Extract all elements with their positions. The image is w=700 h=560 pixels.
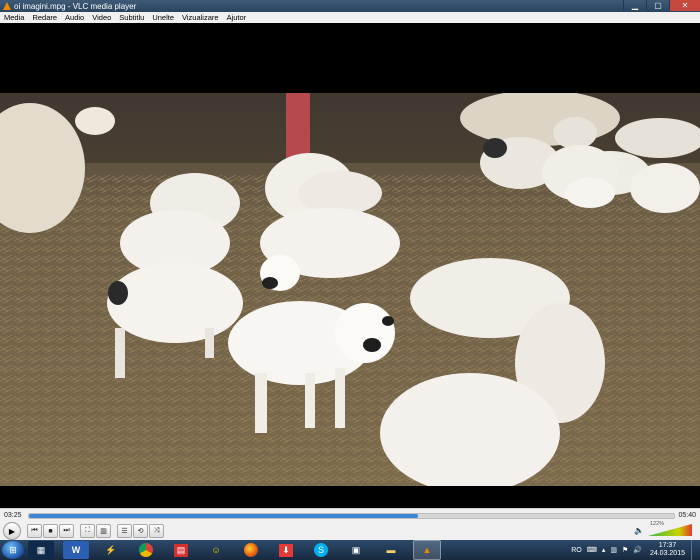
vlc-icon: ▲ (422, 545, 432, 555)
stop-icon: ■ (48, 527, 53, 535)
taskbar-yahoo[interactable]: ☺ (203, 541, 229, 559)
skype-icon: S (314, 543, 328, 557)
firefox-icon (244, 543, 258, 557)
menu-subtitlu[interactable]: Subtitlu (115, 13, 148, 22)
volume-control[interactable]: 🔈 122% (634, 521, 694, 537)
previous-button[interactable]: ⏮ (27, 524, 42, 538)
fullscreen-icon: ⛶ (85, 527, 90, 534)
windows-logo-icon: ⊞ (9, 544, 17, 555)
pdf-icon: ▤ (173, 543, 189, 557)
shuffle-button[interactable]: ⤨ (149, 524, 164, 538)
minimize-button[interactable]: ▁ (623, 0, 646, 11)
next-icon: ⏭ (63, 527, 70, 534)
play-button[interactable]: ▶ (3, 522, 21, 540)
menu-unelte[interactable]: Unelte (148, 13, 178, 22)
folder-icon: ▬ (386, 545, 396, 555)
network-icon[interactable]: ▥ (610, 546, 617, 554)
taskbar-pdf[interactable]: ▤ (168, 541, 194, 559)
extended-settings-button[interactable]: ▥ (96, 524, 111, 538)
close-button[interactable]: ✕ (669, 0, 700, 11)
window-title: oi imagini.mpg - VLC media player (14, 1, 137, 11)
taskbar: ⊞ ▦ W ⚡ ▤ ☺ ⬇ S ▣ ▬ ▲ RO ⌨ ▴ ▥ ⚑ 🔊 17:37… (0, 540, 700, 560)
taskbar-chrome[interactable] (133, 541, 159, 559)
language-indicator[interactable]: RO (571, 547, 582, 554)
menu-vizualizare[interactable]: Vizualizare (178, 13, 223, 22)
seek-bar[interactable] (28, 513, 675, 519)
yahoo-messenger-icon: ☺ (211, 545, 221, 555)
playlist-icon: ☰ (121, 528, 128, 535)
clock[interactable]: 17:37 24.03.2015 (650, 542, 685, 558)
loop-icon: ⟲ (137, 528, 144, 535)
play-icon: ▶ (8, 526, 16, 536)
fullscreen-button[interactable]: ⛶ (80, 524, 95, 538)
clock-date: 24.03.2015 (649, 550, 685, 557)
seek-progress (29, 514, 418, 518)
clock-time: 17:37 (658, 542, 677, 549)
lamb-scene (0, 93, 700, 486)
show-desktop-button[interactable] (691, 540, 700, 560)
taskbar-explorer[interactable]: ▦ (28, 541, 54, 559)
system-tray: RO ⌨ ▴ ▥ ⚑ 🔊 17:37 24.03.2015 (571, 540, 700, 560)
taskbar-folder[interactable]: ▬ (378, 541, 404, 559)
elapsed-time: 03:25 (4, 512, 22, 519)
taskbar-word[interactable]: W (63, 541, 89, 559)
control-bar: 03:25 05:40 ▶ ⏮ ■ ⏭ ⛶ ▥ ☰ ⟲ ⤨ 🔈 122% (0, 508, 700, 541)
taskbar-vlc[interactable]: ▲ (413, 540, 441, 560)
video-area[interactable] (0, 23, 700, 508)
stop-button[interactable]: ■ (43, 524, 58, 538)
menu-redare[interactable]: Redare (28, 13, 61, 22)
volume-slider[interactable] (648, 523, 693, 537)
taskbar-firefox[interactable] (238, 541, 264, 559)
taskbar-skype[interactable]: S (308, 541, 334, 559)
next-button[interactable]: ⏭ (59, 524, 74, 538)
taskbar-download[interactable]: ⬇ (273, 541, 299, 559)
prev-icon: ⏮ (31, 527, 38, 534)
menu-video[interactable]: Video (88, 13, 115, 22)
windows-explorer-icon: ▦ (36, 544, 46, 555)
camera-icon: ▣ (351, 544, 361, 555)
start-button[interactable]: ⊞ (2, 541, 24, 559)
flag-icon[interactable]: ⚑ (622, 546, 628, 554)
playlist-button[interactable]: ☰ (117, 524, 132, 538)
show-hidden-icons-icon[interactable]: ▴ (602, 546, 606, 554)
word-icon: W (71, 545, 81, 555)
keyboard-icon[interactable]: ⌨ (587, 546, 597, 554)
download-icon: ⬇ (279, 543, 293, 557)
video-frame-sheep (0, 93, 700, 486)
volume-tray-icon[interactable]: 🔊 (633, 546, 642, 554)
total-time: 05:40 (678, 512, 696, 519)
taskbar-camera[interactable]: ▣ (343, 541, 369, 559)
title-bar: oi imagini.mpg - VLC media player ▁ ▢ ✕ (0, 0, 700, 12)
maximize-button[interactable]: ▢ (646, 0, 669, 11)
menu-audio[interactable]: Audio (61, 13, 88, 22)
chrome-icon (139, 543, 153, 557)
menu-ajutor[interactable]: Ajutor (223, 13, 251, 22)
shuffle-icon: ⤨ (153, 527, 160, 534)
extended-settings-icon: ▥ (100, 528, 107, 535)
menu-media[interactable]: Media (0, 13, 28, 22)
speaker-icon: 🔈 (634, 526, 644, 535)
vlc-cone-icon (3, 2, 11, 10)
loop-button[interactable]: ⟲ (133, 524, 148, 538)
taskbar-winamp[interactable]: ⚡ (98, 541, 124, 559)
winamp-icon: ⚡ (105, 544, 117, 555)
